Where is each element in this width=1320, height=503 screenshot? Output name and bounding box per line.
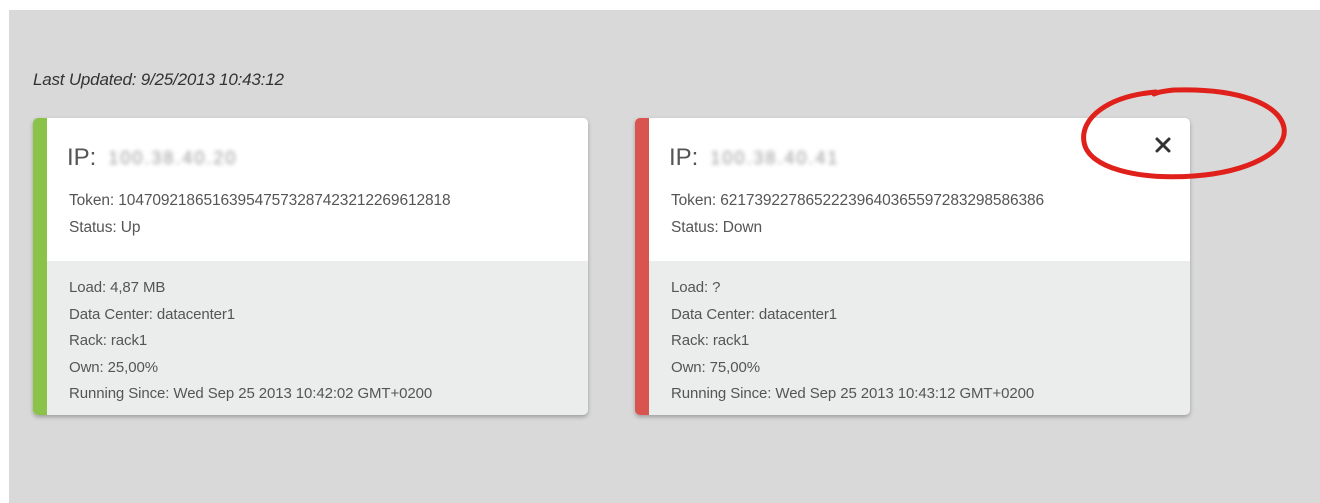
ip-address-redacted: 100.38.40.41	[710, 148, 840, 168]
node-details: Load: ? Data Center: datacenter1 Rack: r…	[671, 275, 1034, 408]
node-card-header: IP: 100.38.40.20 Token: 1047092186516395…	[47, 118, 588, 261]
own-text: Own: 75,00%	[671, 358, 760, 376]
status-text: Status: Down	[671, 219, 762, 236]
token-text: Token: 104709218651639547573287423212269…	[69, 192, 451, 209]
node-card-down: IP: 100.38.40.41 Token: 6217392278652223…	[635, 118, 1190, 415]
data-center-text: Data Center: datacenter1	[69, 305, 236, 323]
close-icon	[1155, 137, 1171, 153]
last-updated-text: Last Updated: 9/25/2013 10:43:12	[33, 70, 284, 89]
running-since-text: Running Since: Wed Sep 25 2013 10:42:02 …	[69, 385, 433, 402]
status-text: Status: Up	[69, 219, 141, 236]
own-text: Own: 25,00%	[69, 358, 158, 376]
node-card-header: IP: 100.38.40.41 Token: 6217392278652223…	[649, 118, 1190, 261]
rack-text: Rack: rack1	[671, 332, 750, 349]
token-text: Token: 621739227865222396403655972832985…	[671, 192, 1045, 209]
ip-row: IP: 100.38.40.41	[669, 144, 868, 172]
node-card-up: IP: 100.38.40.20 Token: 1047092186516395…	[33, 118, 588, 415]
remove-node-button[interactable]	[1152, 134, 1174, 156]
ip-label: IP:	[669, 144, 699, 171]
load-text: Load: ?	[671, 279, 721, 296]
ip-label: IP:	[67, 144, 97, 171]
node-details: Load: 4,87 MB Data Center: datacenter1 R…	[69, 275, 432, 408]
data-center-text: Data Center: datacenter1	[671, 305, 838, 323]
running-since-text: Running Since: Wed Sep 25 2013 10:43:12 …	[671, 385, 1035, 402]
status-indicator-up	[33, 118, 47, 415]
status-indicator-down	[635, 118, 649, 415]
ip-address-redacted: 100.38.40.20	[108, 148, 238, 168]
ip-row: IP: 100.38.40.20	[67, 144, 266, 172]
rack-text: Rack: rack1	[69, 332, 148, 349]
load-text: Load: 4,87 MB	[69, 279, 166, 296]
